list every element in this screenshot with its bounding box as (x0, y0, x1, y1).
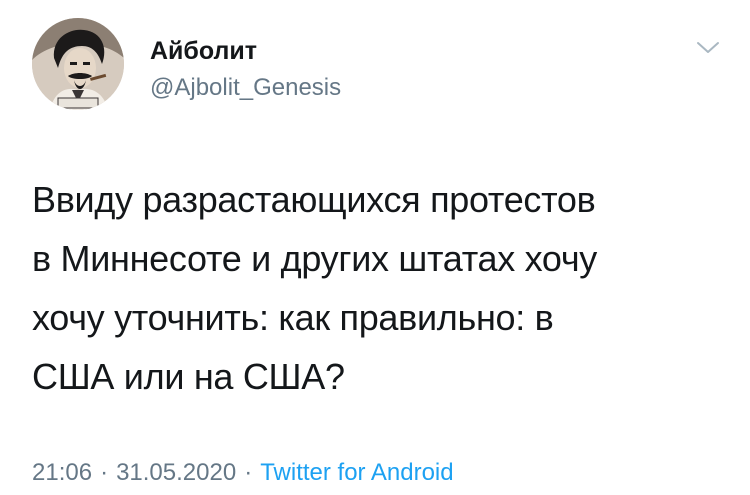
tweet-text-line: США или на США? (32, 356, 345, 397)
meta-separator: · (244, 459, 253, 486)
tweet-time[interactable]: 21:06 (32, 459, 92, 486)
meta-separator: · (100, 459, 109, 486)
tweet-text-line: в Миннесоте и других штатах хочу (32, 238, 598, 279)
avatar[interactable] (32, 18, 124, 110)
display-name[interactable]: Айболит (150, 36, 257, 66)
tweet-date[interactable]: 31.05.2020 (116, 459, 236, 486)
user-handle[interactable]: @Ajbolit_Genesis (150, 73, 341, 103)
tweet-text-line: хочу уточнить: как правильно: в (32, 297, 554, 338)
tweet-text-line: Ввиду разрастающихся протестов (32, 179, 596, 220)
tweet-header: Айболит @Ajbolit_Genesis (32, 18, 722, 118)
avatar-portrait-image (32, 18, 124, 110)
tweet-source-link[interactable]: Twitter for Android (260, 459, 453, 486)
tweet-card: Айболит @Ajbolit_Genesis Ввиду разрастаю… (0, 0, 750, 495)
tweet-meta: 21:06 · 31.05.2020 · Twitter for Android (32, 458, 454, 488)
chevron-down-icon[interactable] (694, 38, 722, 58)
tweet-text: Ввиду разрастающихся протестов в Миннесо… (32, 170, 722, 406)
